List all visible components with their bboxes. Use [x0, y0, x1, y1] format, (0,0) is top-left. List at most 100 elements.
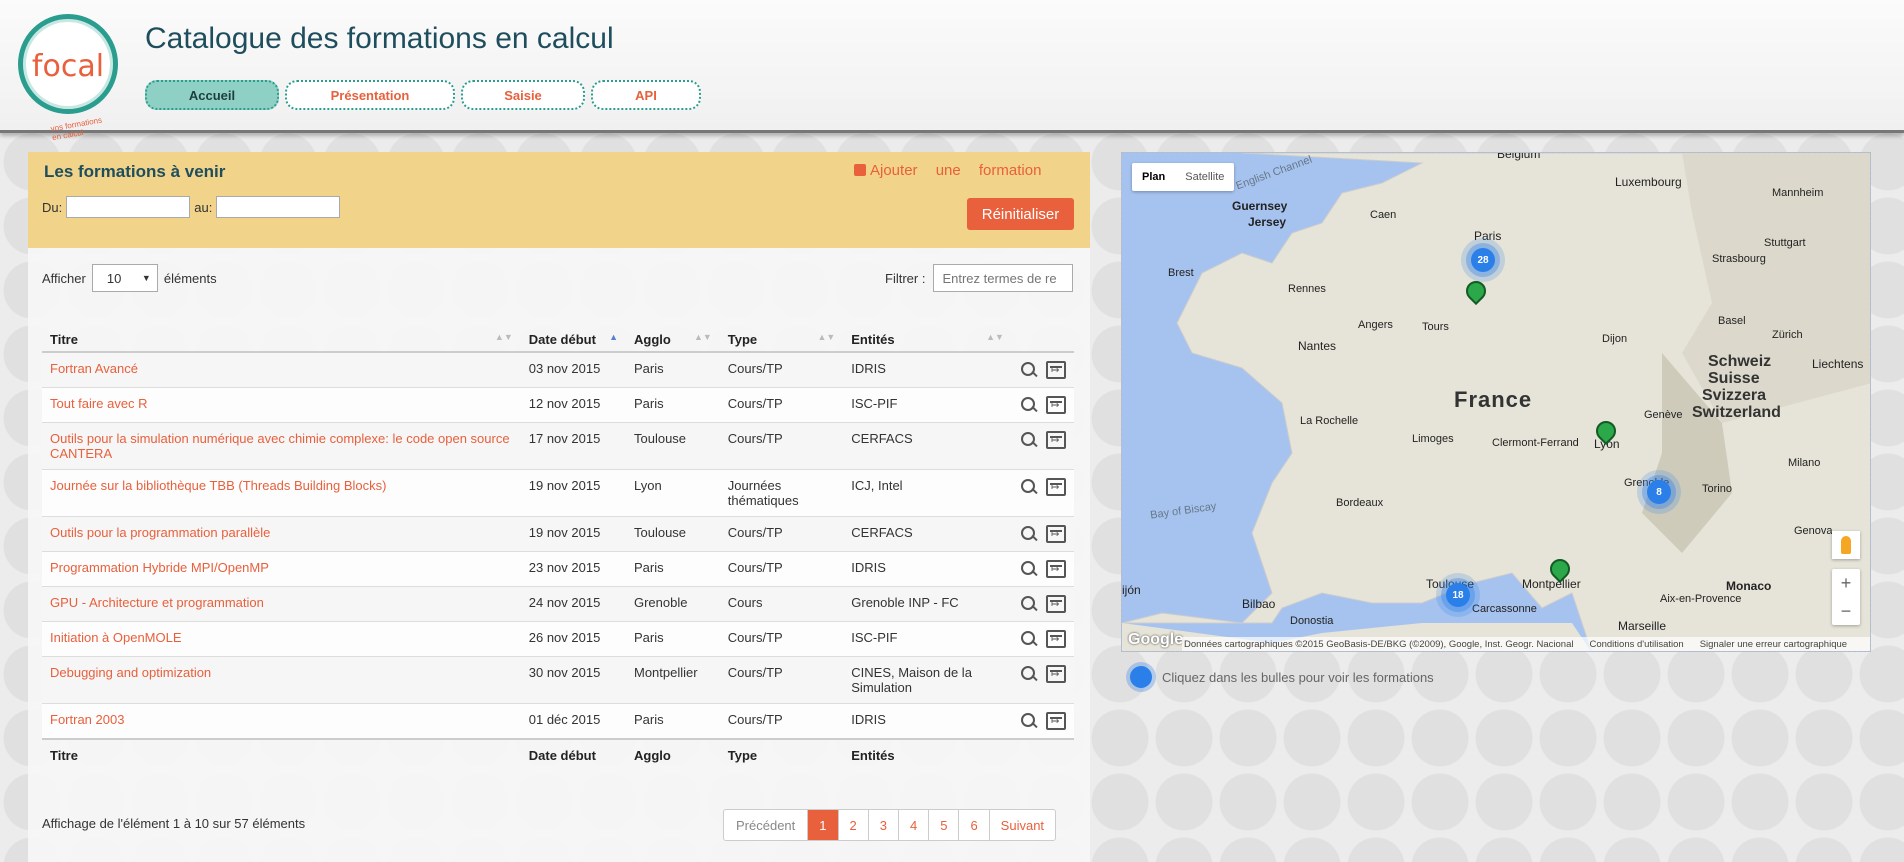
page-button[interactable]: 3 — [867, 810, 898, 840]
table-row: Journée sur la bibliothèque TBB (Threads… — [42, 469, 1074, 517]
map-label: Luxembourg — [1615, 175, 1682, 189]
formation-link[interactable]: Fortran Avancé — [50, 361, 138, 376]
add-to-calendar-icon[interactable] — [1046, 396, 1066, 414]
location-pin-icon[interactable] — [1596, 421, 1612, 443]
page-length-select[interactable]: 10 ▼ — [91, 264, 158, 292]
map-type-plan[interactable]: Plan — [1132, 163, 1175, 191]
nav-presentation[interactable]: Présentation — [285, 80, 455, 110]
page-button[interactable]: 2 — [837, 810, 868, 840]
view-details-icon[interactable] — [1020, 478, 1038, 496]
cell-actions — [1011, 469, 1074, 517]
view-details-icon[interactable] — [1020, 396, 1038, 414]
view-details-icon[interactable] — [1020, 361, 1038, 379]
cell-actions — [1011, 586, 1074, 622]
view-details-icon[interactable] — [1020, 560, 1038, 578]
view-details-icon[interactable] — [1020, 665, 1038, 683]
zoom-in-button[interactable]: + — [1832, 569, 1860, 597]
filter-input[interactable] — [933, 264, 1074, 292]
map-label: La Rochelle — [1300, 415, 1359, 427]
to-date-input[interactable] — [216, 196, 341, 218]
add-to-calendar-icon[interactable] — [1046, 665, 1066, 683]
map-label: Switzerland — [1692, 404, 1781, 421]
add-to-calendar-icon[interactable] — [1046, 431, 1066, 449]
cell-entities: IDRIS — [843, 551, 1012, 587]
foot-actions — [1011, 738, 1074, 771]
formation-link[interactable]: Debugging and optimization — [50, 665, 211, 680]
add-formation-link[interactable]: Ajouter une formation — [854, 162, 1041, 179]
map-label: Torino — [1702, 483, 1732, 495]
cluster-marker-toulouse[interactable]: 18 — [1446, 583, 1470, 607]
formation-link[interactable]: Fortran 2003 — [50, 712, 124, 727]
view-details-icon[interactable] — [1020, 431, 1038, 449]
reset-button[interactable]: Réinitialiser — [967, 198, 1074, 230]
nav-accueil[interactable]: Accueil — [145, 80, 279, 110]
add-to-calendar-icon[interactable] — [1046, 525, 1066, 543]
table-info: Affichage de l'élément 1 à 10 sur 57 élé… — [42, 816, 306, 831]
cluster-marker-paris[interactable]: 28 — [1471, 248, 1495, 272]
table-row: Fortran 2003 01 déc 2015 Paris Cours/TP IDRI… — [42, 703, 1074, 739]
col-header-agglo[interactable]: Agglo ▲▼ — [625, 304, 720, 353]
zoom-controls: + − — [1832, 569, 1860, 625]
col-header-date[interactable]: Date début ▲ — [520, 304, 626, 353]
map-label: Limoges — [1412, 433, 1454, 445]
col-header-entities[interactable]: Entités ▲▼ — [843, 304, 1012, 353]
terms-link[interactable]: Conditions d'utilisation — [1589, 639, 1683, 650]
cell-type: Cours/TP — [719, 422, 844, 470]
nav-api[interactable]: API — [591, 80, 701, 110]
view-details-icon[interactable] — [1020, 525, 1038, 543]
formation-link[interactable]: Programmation Hybride MPI/OpenMP — [50, 560, 269, 575]
view-details-icon[interactable] — [1020, 630, 1038, 648]
next-page-button[interactable]: Suivant — [988, 810, 1055, 840]
map-label: Stuttgart — [1764, 237, 1806, 249]
main-nav: Accueil Présentation Saisie API — [145, 80, 701, 110]
cell-agglo: Toulouse — [625, 516, 720, 552]
table-row: Initiation à OpenMOLE 26 nov 2015 Paris Cou… — [42, 621, 1074, 657]
cell-date: 17 nov 2015 — [520, 422, 626, 470]
formation-link[interactable]: GPU - Architecture et programmation — [50, 595, 264, 610]
formation-link[interactable]: Tout faire avec R — [50, 396, 148, 411]
cell-type: Cours — [719, 586, 844, 622]
location-pin-icon[interactable] — [1466, 281, 1482, 303]
formation-link[interactable]: Initiation à OpenMOLE — [50, 630, 182, 645]
table-row: Tout faire avec R 12 nov 2015 Paris Cours/T… — [42, 387, 1074, 423]
page-button[interactable]: 1 — [807, 810, 838, 840]
cluster-marker-grenoble[interactable]: 8 — [1647, 480, 1671, 504]
page-button[interactable]: 5 — [928, 810, 958, 840]
location-pin-icon[interactable] — [1550, 559, 1566, 581]
from-date-input[interactable] — [66, 196, 191, 218]
formation-link[interactable]: Journée sur la bibliothèque TBB (Threads… — [50, 478, 387, 493]
add-to-calendar-icon[interactable] — [1046, 478, 1066, 496]
formation-link[interactable]: Outils pour la simulation numérique avec… — [50, 431, 510, 461]
street-view-icon[interactable] — [1832, 531, 1860, 559]
prev-page-button[interactable]: Précédent — [724, 810, 807, 840]
map-label: Bilbao — [1242, 597, 1276, 611]
view-details-icon[interactable] — [1020, 595, 1038, 613]
focal-logo[interactable]: focal vos formations en calcul — [18, 14, 118, 142]
col-header-type[interactable]: Type ▲▼ — [719, 304, 844, 353]
nav-saisie[interactable]: Saisie — [461, 80, 585, 110]
formation-link[interactable]: Outils pour la programmation parallèle — [50, 525, 270, 540]
add-to-calendar-icon[interactable] — [1046, 560, 1066, 578]
formations-map[interactable]: Plan Satellite English Channel Belgium L… — [1121, 152, 1871, 652]
add-to-calendar-icon[interactable] — [1046, 712, 1066, 730]
cluster-bubble-icon — [1130, 666, 1152, 688]
add-to-calendar-icon[interactable] — [1046, 595, 1066, 613]
add-to-calendar-icon[interactable] — [1046, 630, 1066, 648]
cell-date: 23 nov 2015 — [520, 551, 626, 587]
report-link[interactable]: Signaler une erreur cartographique — [1700, 639, 1847, 650]
col-header-title[interactable]: Titre ▲▼ — [42, 304, 521, 353]
cell-date: 24 nov 2015 — [520, 586, 626, 622]
map-label: Clermont-Ferrand — [1492, 437, 1579, 449]
add-to-calendar-icon[interactable] — [1046, 361, 1066, 379]
zoom-out-button[interactable]: − — [1832, 597, 1860, 625]
map-type-satellite[interactable]: Satellite — [1175, 163, 1234, 191]
page-button[interactable]: 4 — [897, 810, 928, 840]
elements-label: éléments — [163, 270, 217, 286]
table-row: Debugging and optimization 30 nov 2015 Mon… — [42, 656, 1074, 704]
view-details-icon[interactable] — [1020, 712, 1038, 730]
page-button[interactable]: 6 — [958, 810, 988, 840]
page-length-value: 10 — [106, 270, 122, 286]
cell-title: Outils pour la simulation numérique avec… — [42, 422, 521, 470]
map-label: Schweiz — [1708, 353, 1772, 370]
cell-entities: IDRIS — [843, 703, 1012, 739]
